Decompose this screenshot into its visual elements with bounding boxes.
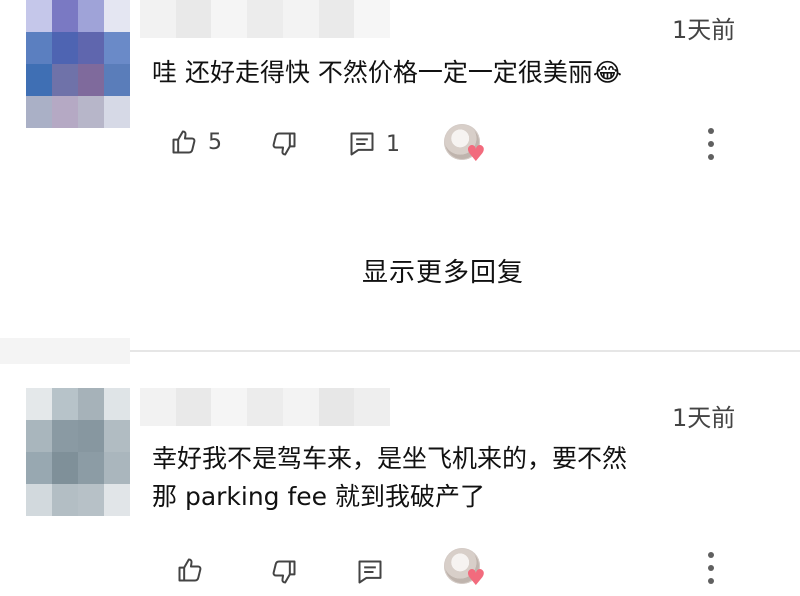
like-count: 5 bbox=[208, 129, 222, 155]
like-button[interactable] bbox=[176, 556, 204, 584]
heart-icon: ♥ bbox=[466, 566, 486, 591]
thumbs-down-icon bbox=[272, 560, 296, 584]
section-separator-band bbox=[0, 338, 130, 364]
show-more-replies-button[interactable]: 显示更多回复 bbox=[362, 252, 524, 289]
reply-count: 1 bbox=[386, 131, 400, 157]
divider bbox=[130, 350, 800, 352]
dislike-button[interactable] bbox=[270, 558, 298, 586]
comment-text-line-2: 那 parking fee 就到我破产了 bbox=[152, 482, 486, 511]
more-options-button[interactable] bbox=[700, 128, 722, 160]
creator-heart-badge: ♥ bbox=[444, 548, 494, 594]
reply-button[interactable] bbox=[356, 558, 384, 586]
comment-timestamp: 1天前 bbox=[672, 404, 736, 432]
more-options-button[interactable] bbox=[700, 552, 722, 584]
comment-text-line-1: 幸好我不是驾车来，是坐飞机来的，要不然 bbox=[152, 444, 628, 473]
comment-icon bbox=[350, 132, 374, 156]
comment-text: 哇 还好走得快 不然价格一定一定很美丽😂 bbox=[152, 58, 623, 87]
reply-button[interactable]: 1 bbox=[348, 130, 400, 158]
thumbs-up-icon bbox=[178, 558, 202, 582]
like-button[interactable]: 5 bbox=[170, 128, 222, 156]
commenter-name[interactable] bbox=[140, 0, 391, 38]
more-vertical-icon bbox=[708, 552, 714, 558]
commenter-avatar[interactable] bbox=[26, 0, 130, 128]
more-vertical-icon bbox=[708, 128, 714, 134]
heart-icon: ♥ bbox=[466, 142, 486, 167]
commenter-name[interactable] bbox=[140, 388, 391, 426]
dislike-button[interactable] bbox=[270, 130, 298, 158]
commenter-avatar[interactable] bbox=[26, 388, 130, 516]
thumbs-up-icon bbox=[172, 130, 196, 154]
comment-icon bbox=[358, 560, 382, 584]
creator-heart-badge: ♥ bbox=[444, 124, 494, 170]
comment-timestamp: 1天前 bbox=[672, 16, 736, 44]
thumbs-down-icon bbox=[272, 132, 296, 156]
